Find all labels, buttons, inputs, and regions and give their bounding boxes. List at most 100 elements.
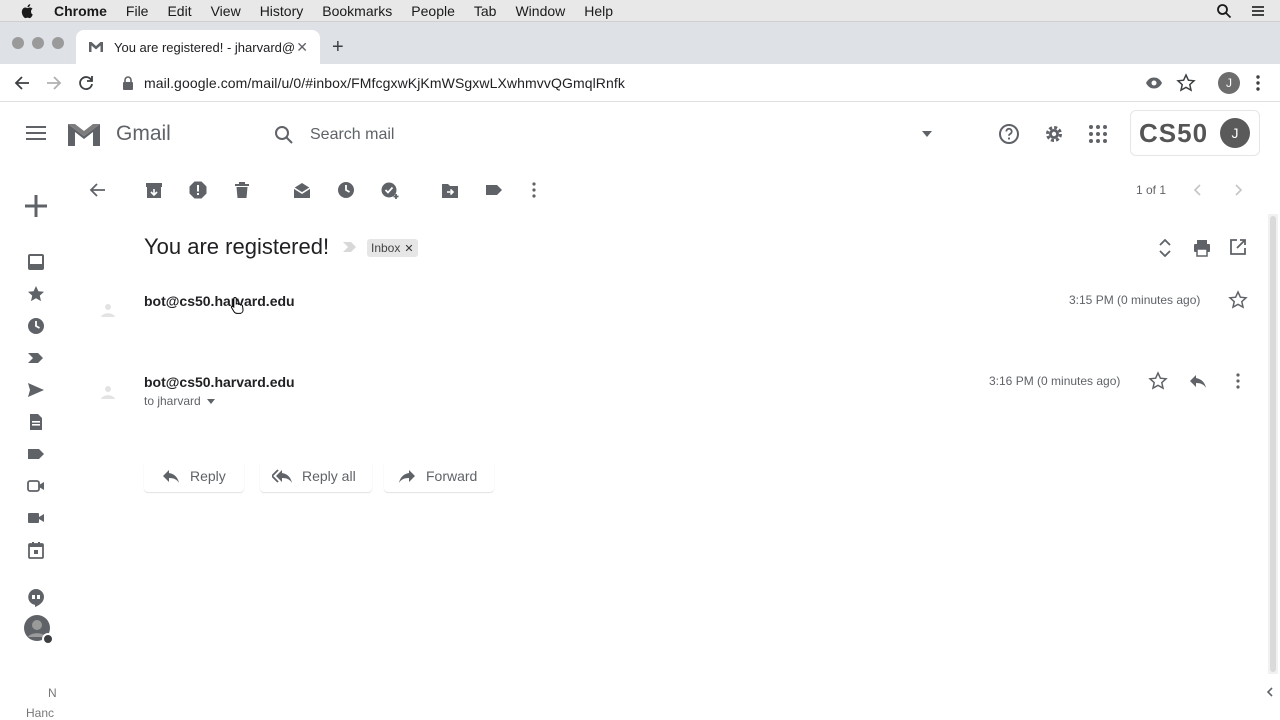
reply-button[interactable]: Reply [144, 460, 244, 492]
message-date: 3:15 PM (0 minutes ago) [1069, 293, 1201, 307]
menu-file[interactable]: File [126, 3, 149, 19]
menu-edit[interactable]: Edit [167, 3, 191, 19]
chrome-profile-avatar[interactable]: J [1218, 72, 1240, 94]
tab-close-icon[interactable]: ✕ [296, 39, 308, 56]
gmail-header: Gmail Search mail CS50 J [0, 102, 1280, 164]
browser-tab[interactable]: You are registered! - jharvard@ ✕ [76, 30, 320, 64]
lock-icon[interactable] [122, 76, 134, 90]
forward-button[interactable]: Forward [384, 460, 494, 492]
reload-icon[interactable] [76, 73, 96, 93]
label-chip-text: Inbox [371, 241, 401, 255]
menu-help[interactable]: Help [584, 3, 613, 19]
message-more-icon[interactable] [1228, 371, 1248, 391]
sender-email[interactable]: bot@cs50.harvard.edu [144, 374, 295, 390]
account-brand-area[interactable]: CS50 J [1130, 110, 1260, 156]
menu-tab[interactable]: Tab [474, 3, 497, 19]
star-icon[interactable] [1228, 290, 1248, 310]
mark-unread-icon[interactable] [292, 180, 312, 200]
bookmark-star-icon[interactable] [1176, 73, 1196, 93]
back-icon[interactable] [12, 73, 32, 93]
search-options-caret-icon[interactable] [922, 131, 932, 137]
sender-avatar-icon [101, 386, 115, 399]
window-minimize-button[interactable] [32, 37, 44, 49]
snoozed-clock-icon[interactable] [26, 316, 46, 336]
gmail-logo-text[interactable]: Gmail [116, 122, 171, 146]
message-date: 3:16 PM (0 minutes ago) [989, 374, 1121, 388]
remove-label-icon[interactable]: ✕ [404, 242, 413, 255]
report-spam-icon[interactable] [188, 180, 208, 200]
menu-window[interactable]: Window [515, 3, 565, 19]
mouse-pointer-hand-icon [230, 296, 244, 314]
recipient-text: to jharvard [144, 394, 201, 408]
control-center-icon[interactable] [1250, 3, 1266, 19]
sent-icon[interactable] [26, 380, 46, 400]
important-icon[interactable] [26, 348, 46, 368]
sender-avatar-icon [101, 304, 115, 317]
add-to-tasks-icon[interactable] [380, 180, 400, 200]
label-icon[interactable] [26, 444, 46, 464]
main-menu-icon[interactable] [26, 124, 46, 142]
move-to-icon[interactable] [440, 180, 460, 200]
back-to-inbox-icon[interactable] [88, 180, 108, 200]
menu-chrome[interactable]: Chrome [54, 3, 107, 19]
help-icon[interactable] [998, 123, 1020, 145]
drafts-icon[interactable] [26, 412, 46, 432]
newer-chevron-left-icon[interactable] [1188, 180, 1208, 200]
url-text: mail.google.com/mail/u/0/#inbox/FMfcgxwK… [144, 75, 625, 91]
hangouts-avatar-icon[interactable] [23, 614, 55, 646]
tab-title: You are registered! - jharvard@ [114, 39, 294, 55]
new-tab-icon[interactable]: + [332, 36, 344, 59]
settings-gear-icon[interactable] [1043, 123, 1065, 145]
pager-count: 1 of 1 [1136, 183, 1167, 197]
meet-join-video-icon[interactable] [26, 508, 46, 528]
apple-icon[interactable] [20, 3, 36, 19]
window-close-button[interactable] [12, 37, 24, 49]
content-scrollbar[interactable] [1268, 214, 1278, 674]
archive-icon[interactable] [144, 180, 164, 200]
tracking-eye-icon[interactable] [1144, 73, 1164, 93]
older-chevron-right-icon[interactable] [1228, 180, 1248, 200]
inbox-icon[interactable] [26, 252, 46, 272]
open-in-new-window-icon[interactable] [1229, 238, 1247, 256]
labels-icon[interactable] [484, 180, 504, 200]
menu-bookmarks[interactable]: Bookmarks [322, 3, 392, 19]
search-input[interactable]: Search mail [310, 126, 394, 144]
expand-all-icon[interactable] [1156, 238, 1174, 258]
print-all-icon[interactable] [1192, 238, 1212, 258]
compose-plus-icon[interactable] [24, 194, 48, 218]
reply-all-label: Reply all [302, 468, 356, 484]
menu-people[interactable]: People [411, 3, 455, 19]
importance-marker-icon[interactable] [342, 240, 358, 254]
recipients-line[interactable]: to jharvard [144, 394, 215, 408]
hangouts-icon[interactable] [26, 588, 46, 608]
reply-all-button[interactable]: Reply all [260, 460, 372, 492]
window-zoom-button[interactable] [52, 37, 64, 49]
reply-icon[interactable] [1188, 371, 1208, 391]
menu-view[interactable]: View [211, 3, 241, 19]
snooze-icon[interactable] [336, 180, 356, 200]
calendar-icon[interactable] [26, 540, 46, 560]
more-options-icon[interactable] [524, 180, 544, 200]
address-bar[interactable]: mail.google.com/mail/u/0/#inbox/FMfcgxwK… [112, 68, 1210, 98]
sender-email[interactable]: bot@cs50.harvard.edu [144, 293, 295, 309]
email-subject: You are registered! [144, 234, 330, 259]
apps-grid-icon[interactable] [1088, 124, 1108, 144]
starred-icon[interactable] [26, 284, 46, 304]
gmail-logo-icon[interactable] [66, 120, 102, 148]
chrome-menu-icon[interactable] [1248, 73, 1268, 93]
search-bar[interactable]: Search mail [262, 112, 942, 158]
scrollbar-thumb[interactable] [1270, 216, 1276, 672]
sidebar-footer-line1: N [48, 686, 57, 700]
macos-menu-bar: Chrome File Edit View History Bookmarks … [0, 0, 1280, 22]
spotlight-search-icon[interactable] [1216, 3, 1232, 19]
delete-trash-icon[interactable] [232, 180, 252, 200]
account-avatar[interactable]: J [1220, 118, 1251, 148]
menu-history[interactable]: History [260, 3, 304, 19]
cs50-logo: CS50 [1139, 117, 1209, 148]
forward-icon[interactable] [44, 73, 64, 93]
star-icon[interactable] [1148, 371, 1168, 391]
search-icon[interactable] [274, 125, 294, 145]
scroll-up-chevron-icon[interactable] [1264, 686, 1276, 698]
show-details-caret-icon[interactable] [206, 398, 215, 404]
meet-new-meeting-icon[interactable] [26, 476, 46, 496]
